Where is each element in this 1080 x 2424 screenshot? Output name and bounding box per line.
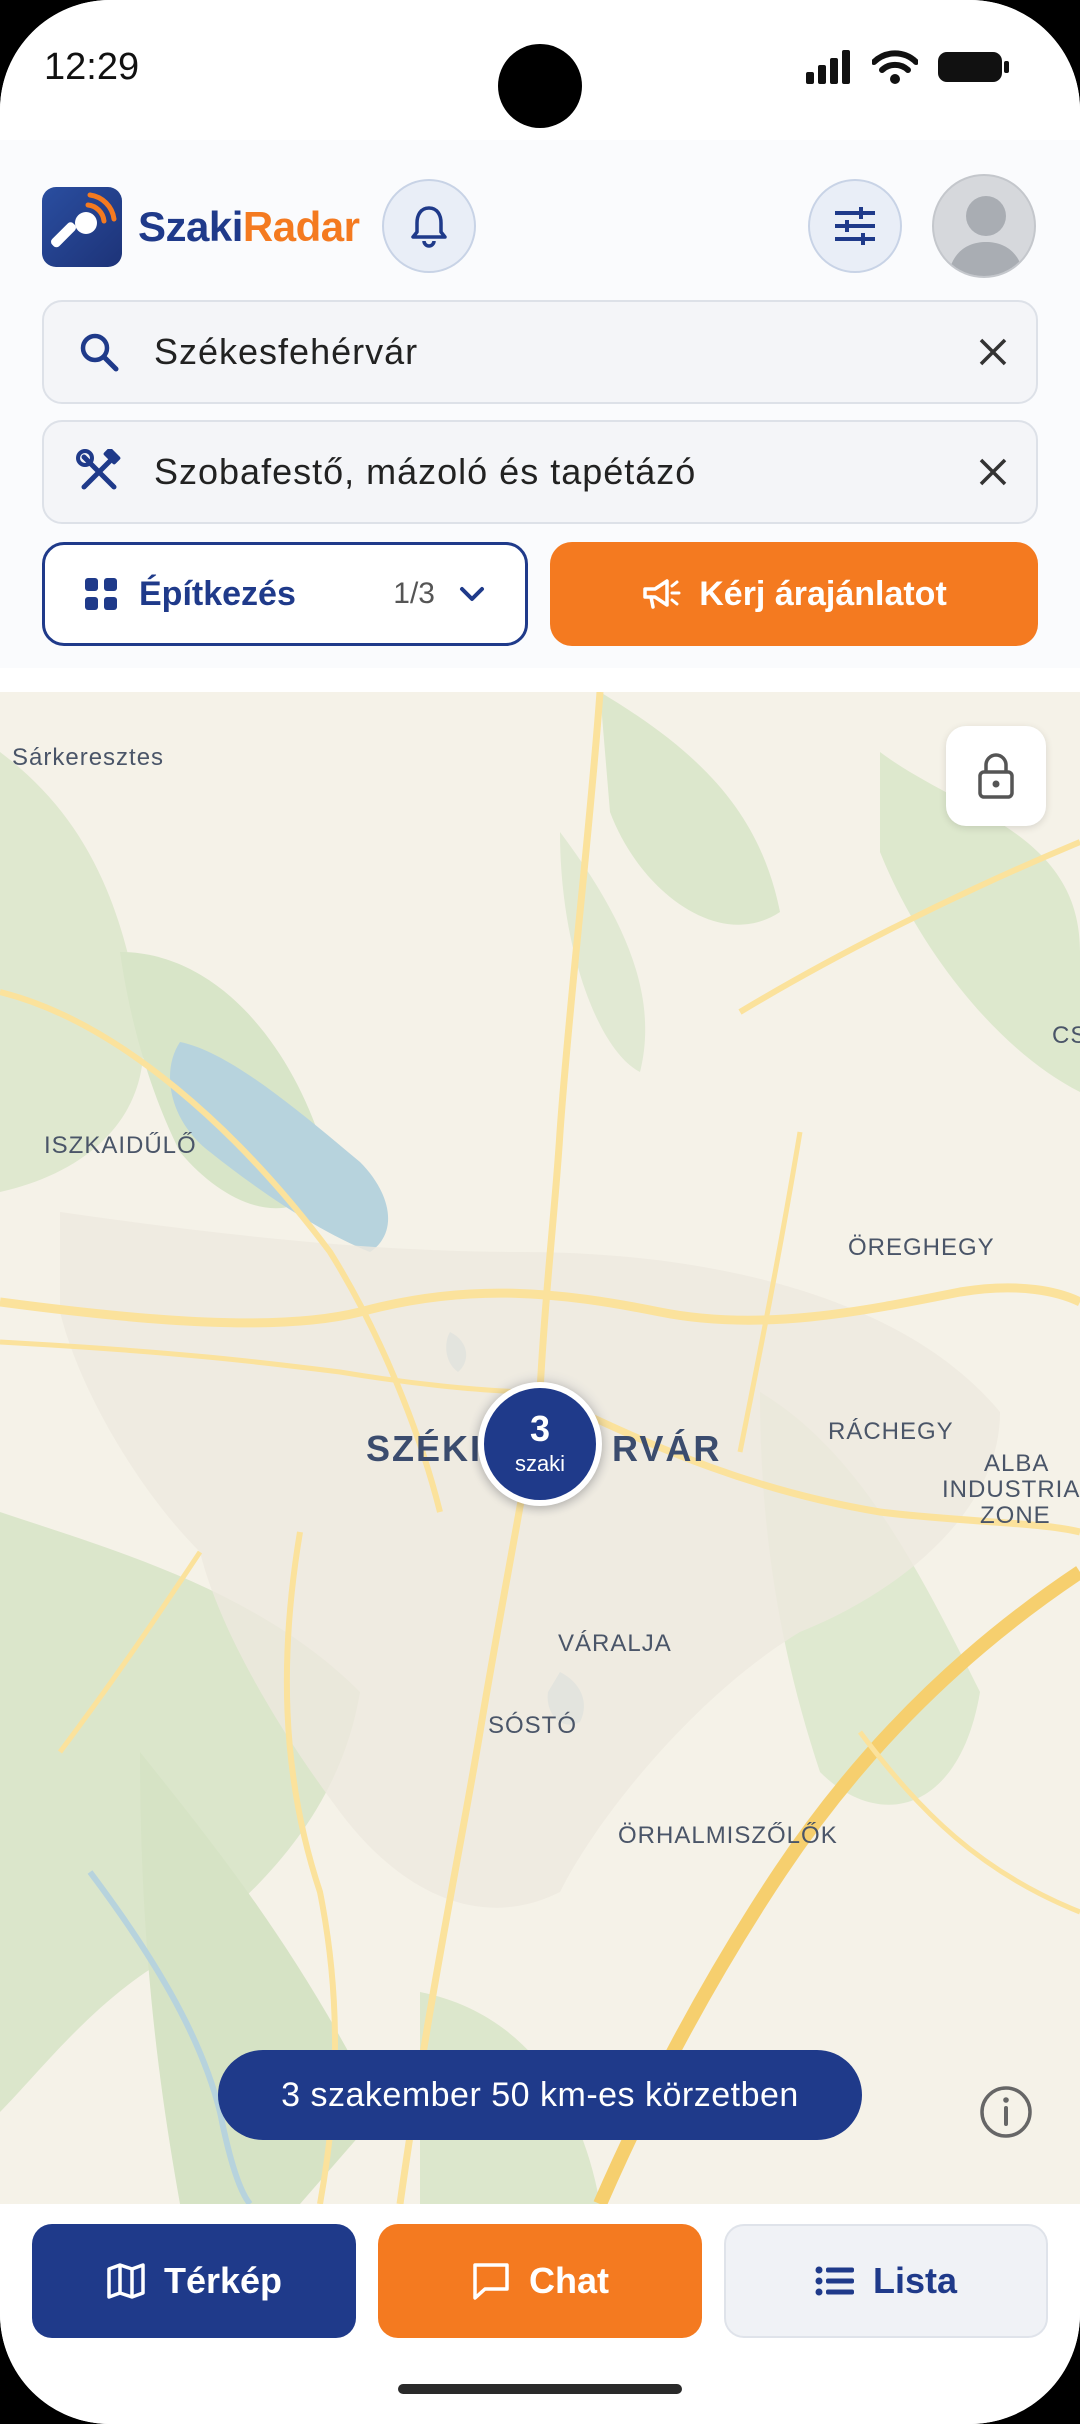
app-name: SzakiRadar — [138, 203, 360, 250]
map-label: ISZKAIDŰLŐ — [44, 1132, 197, 1159]
results-summary-pill: 3 szakember 50 km-es körzetben — [218, 2050, 862, 2140]
lock-icon — [978, 753, 1014, 799]
map-view[interactable]: Sárkeresztes ISZKAIDŰLŐ ÖREGHEGY RÁCHEGY… — [0, 692, 1080, 2204]
map-label: VÁRALJA — [558, 1630, 672, 1657]
professional-cluster-marker[interactable]: 3 szaki — [478, 1382, 602, 1506]
grid-icon — [85, 578, 117, 610]
camera-cutout — [498, 44, 582, 128]
sliders-icon — [835, 207, 875, 245]
logo-mark-icon — [42, 187, 122, 267]
map-label: Sárkeresztes — [12, 744, 165, 771]
close-icon — [979, 458, 1007, 486]
city-label-left: SZÉKI — [366, 1428, 483, 1469]
app-logo: SzakiRadar — [42, 187, 360, 267]
chat-bubble-icon — [473, 2263, 509, 2300]
search-icon — [80, 333, 119, 372]
request-quote-label: Kérj árajánlatot — [699, 574, 947, 613]
search-header: SzakiRadar Székesfehérvár Szobafestő, má… — [0, 140, 1080, 668]
map-label: ÖREGHEGY — [848, 1234, 995, 1261]
status-time: 12:29 — [44, 46, 140, 88]
phone-screen: 12:29 SzakiRadar Székesfehérvár Szobafes… — [0, 0, 1080, 2424]
map-lock-button[interactable] — [946, 726, 1046, 826]
person-icon — [948, 196, 1024, 276]
category-label: Építkezés — [139, 574, 296, 613]
trade-value: Szobafestő, mázoló és tapétázó — [154, 451, 697, 492]
nav-map-label: Térkép — [163, 2260, 283, 2301]
map-label: INDUSTRIAL — [942, 1476, 1080, 1503]
filter-button[interactable] — [808, 179, 902, 273]
category-counter: 1/3 — [393, 577, 435, 610]
close-icon — [979, 338, 1007, 366]
wifi-icon — [872, 50, 918, 84]
location-value: Székesfehérvár — [154, 331, 419, 372]
map-label: ZONE — [980, 1502, 1051, 1529]
status-icons — [806, 50, 1010, 84]
map-label: ÖRHALMISZŐLŐK — [618, 1822, 838, 1849]
notifications-button[interactable] — [382, 179, 476, 273]
clear-trade-button[interactable] — [950, 457, 1036, 487]
info-icon[interactable] — [978, 2084, 1034, 2140]
request-quote-button[interactable]: Kérj árajánlatot — [550, 542, 1038, 646]
map-label: ALBA — [984, 1450, 1050, 1477]
home-indicator — [398, 2384, 682, 2394]
nav-list-button[interactable]: Lista — [724, 2224, 1048, 2338]
nav-chat-button[interactable]: Chat — [378, 2224, 702, 2338]
cluster-count: 3 — [529, 1408, 551, 1449]
category-dropdown[interactable]: Építkezés 1/3 — [42, 542, 528, 646]
map-label: SÓSTÓ — [488, 1712, 578, 1739]
tools-icon — [76, 449, 121, 490]
map-label: CS — [1052, 1022, 1080, 1049]
clear-location-button[interactable] — [950, 337, 1036, 367]
cluster-unit: szaki — [514, 1451, 566, 1476]
trade-search-field[interactable]: Szobafestő, mázoló és tapétázó — [42, 420, 1038, 524]
city-label-right: RVÁR — [612, 1428, 722, 1469]
battery-icon — [938, 52, 1009, 82]
nav-chat-label: Chat — [529, 2260, 609, 2301]
list-icon — [815, 2266, 854, 2296]
map-label: RÁCHEGY — [828, 1418, 954, 1445]
location-search-field[interactable]: Székesfehérvár — [42, 300, 1038, 404]
map-icon — [107, 2263, 145, 2299]
megaphone-icon — [643, 579, 681, 609]
status-bar: 12:29 — [0, 0, 1080, 140]
user-avatar[interactable] — [932, 174, 1036, 278]
chevron-down-icon — [460, 587, 484, 601]
signal-icon — [806, 50, 850, 84]
nav-map-button[interactable]: Térkép — [32, 2224, 356, 2338]
bell-icon — [411, 206, 447, 248]
nav-list-label: Lista — [872, 2260, 958, 2301]
